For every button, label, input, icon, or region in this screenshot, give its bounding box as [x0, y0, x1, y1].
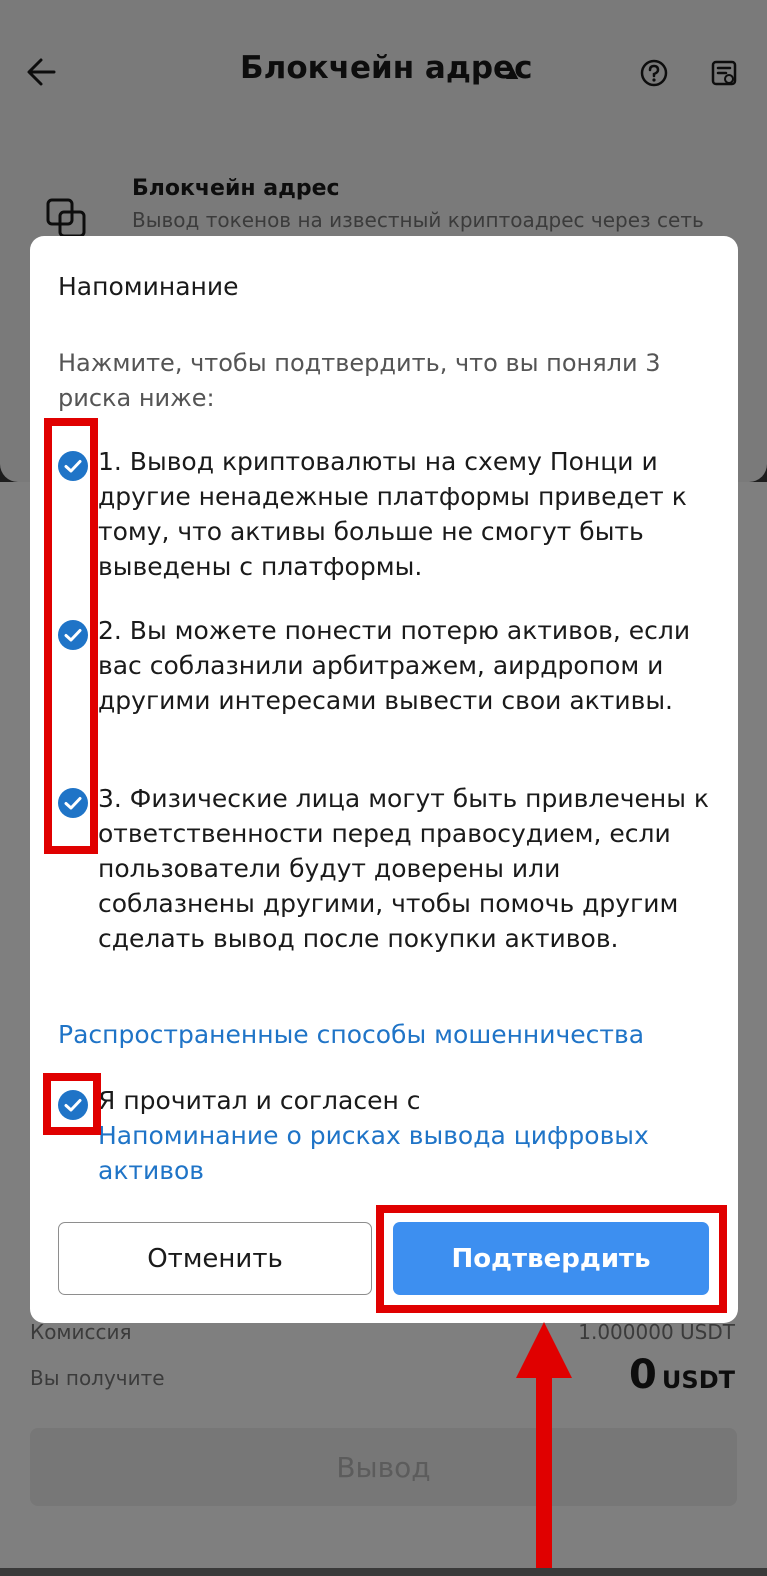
- risk-reminder-link[interactable]: Напоминание о рисках вывода цифровых акт…: [98, 1121, 649, 1185]
- dialog-title: Напоминание: [58, 272, 239, 301]
- checkbox-highlight-box: [44, 418, 98, 854]
- risk-1-text[interactable]: 1. Вывод криптовалюты на схему Понци и д…: [98, 444, 720, 584]
- cancel-button[interactable]: Отменить: [58, 1222, 372, 1295]
- fraud-methods-link[interactable]: Распространенные способы мошенничества: [58, 1020, 644, 1049]
- annotation-arrow-icon: [514, 1322, 574, 1576]
- agree-text: Я прочитал и согласен с: [98, 1086, 421, 1115]
- agree-checkbox-highlight-box: [43, 1073, 101, 1135]
- dialog-intro: Нажмите, чтобы подтвердить, что вы понял…: [58, 349, 661, 412]
- agree-statement: Я прочитал и согласен с Напоминание о ри…: [98, 1083, 718, 1188]
- confirm-highlight-box: [376, 1205, 727, 1313]
- risk-2-text[interactable]: 2. Вы можете понести потерю активов, есл…: [98, 613, 720, 718]
- risk-3-text[interactable]: 3. Физические лица могут быть привлечены…: [98, 781, 720, 956]
